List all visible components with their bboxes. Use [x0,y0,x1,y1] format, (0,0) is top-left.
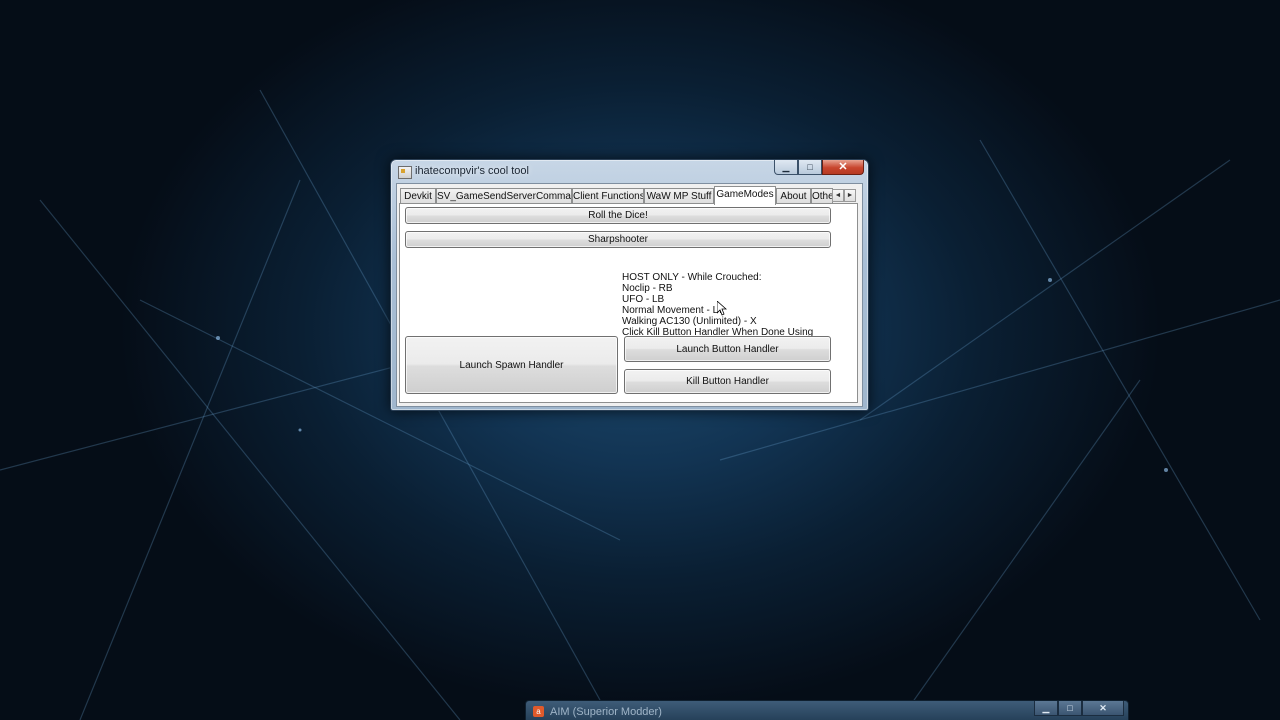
tab-strip: Devkit SV_GameSendServerCommand Client F… [399,186,862,205]
launch-button-handler-button[interactable]: Launch Button Handler [624,336,831,362]
maximize-button[interactable]: □ [798,160,822,175]
launch-spawn-handler-button[interactable]: Launch Spawn Handler [405,336,618,394]
aim-close-button[interactable]: ✕ [1082,701,1124,716]
window-client-area: Devkit SV_GameSendServerCommand Client F… [396,183,863,407]
tab-scroll-left-icon[interactable]: ◄ [832,189,844,202]
tab-client-functions[interactable]: Client Functions [572,188,644,204]
tab-about[interactable]: About [776,188,811,204]
instruction-line: HOST ONLY - While Crouched: [622,272,762,283]
aim-app-icon: a [533,706,544,717]
sharpshooter-button[interactable]: Sharpshooter [405,231,831,248]
title-bar[interactable]: ihatecompvir's cool tool ▁ □ ✕ [391,160,868,184]
kill-button-handler-button[interactable]: Kill Button Handler [624,369,831,394]
tab-scroll-right-icon[interactable]: ► [844,189,856,202]
tab-devkit[interactable]: Devkit [400,188,436,204]
close-button[interactable]: ✕ [822,160,864,175]
aim-window-titlebar[interactable]: a AIM (Superior Modder) ▁ □ ✕ [525,700,1129,720]
aim-caption-buttons: ▁ □ ✕ [1034,701,1124,716]
app-icon [398,166,412,179]
mouse-cursor-icon [717,301,727,316]
tab-other[interactable]: Othe [811,188,833,204]
caption-buttons: ▁ □ ✕ [774,160,864,176]
gamemodes-tab-page: Roll the Dice! Sharpshooter HOST ONLY - … [399,203,858,403]
instruction-line: Walking AC130 (Unlimited) - X [622,316,757,327]
tab-sv-gamesendservercommand[interactable]: SV_GameSendServerCommand [436,188,572,204]
aim-minimize-button[interactable]: ▁ [1034,701,1058,716]
minimize-button[interactable]: ▁ [774,160,798,175]
tab-gamemodes[interactable]: GameModes [714,186,776,205]
aim-window-title: AIM (Superior Modder) [550,706,662,718]
roll-the-dice-button[interactable]: Roll the Dice! [405,207,831,224]
instruction-line: Noclip - RB [622,283,673,294]
tab-waw-mp-stuff[interactable]: WaW MP Stuff [644,188,714,204]
main-window: ihatecompvir's cool tool ▁ □ ✕ Devkit SV… [390,159,869,411]
aim-maximize-button[interactable]: □ [1058,701,1082,716]
window-title: ihatecompvir's cool tool [415,165,529,177]
